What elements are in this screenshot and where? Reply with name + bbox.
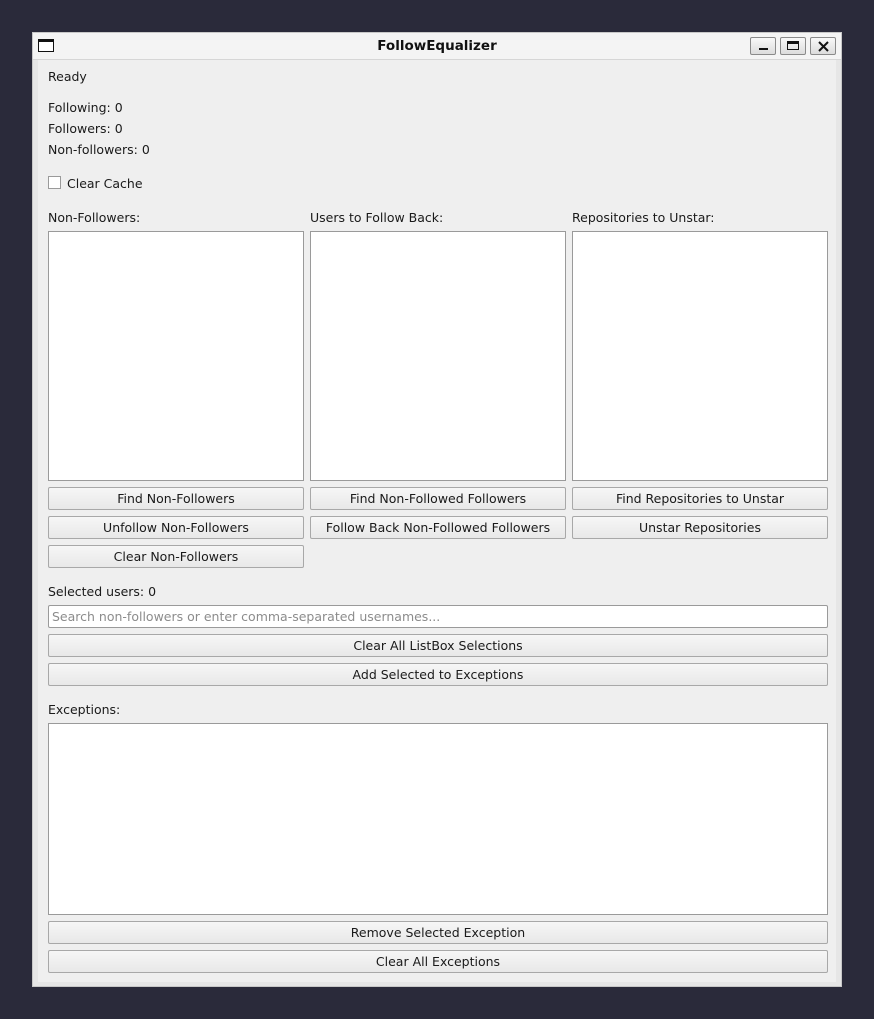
window-title: FollowEqualizer xyxy=(377,38,497,54)
non-followers-listbox[interactable] xyxy=(48,231,304,481)
unstar-repositories-button[interactable]: Unstar Repositories xyxy=(572,516,828,539)
minimize-icon[interactable] xyxy=(750,37,776,55)
exceptions-listbox[interactable] xyxy=(48,723,828,915)
followers-count: Followers: 0 xyxy=(48,121,123,136)
main-panel: Ready Following: 0 Followers: 0 Non-foll… xyxy=(38,60,836,982)
find-non-followers-button[interactable]: Find Non-Followers xyxy=(48,487,304,510)
clear-listbox-selections-button[interactable]: Clear All ListBox Selections xyxy=(48,634,828,657)
unfollow-non-followers-button[interactable]: Unfollow Non-Followers xyxy=(48,516,304,539)
follow-back-heading: Users to Follow Back: xyxy=(310,210,444,225)
following-count: Following: 0 xyxy=(48,100,123,115)
non-followers-count: Non-followers: 0 xyxy=(48,142,150,157)
status-text: Ready xyxy=(48,69,87,84)
clear-all-exceptions-button[interactable]: Clear All Exceptions xyxy=(48,950,828,973)
find-repositories-button[interactable]: Find Repositories to Unstar xyxy=(572,487,828,510)
exceptions-heading: Exceptions: xyxy=(48,702,121,717)
add-to-exceptions-button[interactable]: Add Selected to Exceptions xyxy=(48,663,828,686)
selected-users-count: Selected users: 0 xyxy=(48,584,157,599)
unstar-heading: Repositories to Unstar: xyxy=(572,210,715,225)
follow-back-listbox[interactable] xyxy=(310,231,566,481)
clear-non-followers-button[interactable]: Clear Non-Followers xyxy=(48,545,304,568)
non-followers-heading: Non-Followers: xyxy=(48,210,141,225)
unstar-listbox[interactable] xyxy=(572,231,828,481)
remove-exception-button[interactable]: Remove Selected Exception xyxy=(48,921,828,944)
app-window: FollowEqualizer Ready Following: 0 Follo… xyxy=(32,32,842,987)
close-x-glyph xyxy=(818,41,829,52)
clear-cache-label[interactable]: Clear Cache xyxy=(67,176,143,191)
maximize-icon[interactable] xyxy=(780,37,806,55)
clear-cache-checkbox[interactable] xyxy=(48,176,61,189)
title-bar[interactable]: FollowEqualizer xyxy=(33,33,841,60)
close-icon[interactable] xyxy=(810,37,836,55)
search-input[interactable] xyxy=(48,605,828,628)
find-non-followed-followers-button[interactable]: Find Non-Followed Followers xyxy=(310,487,566,510)
follow-back-button[interactable]: Follow Back Non-Followed Followers xyxy=(310,516,566,539)
